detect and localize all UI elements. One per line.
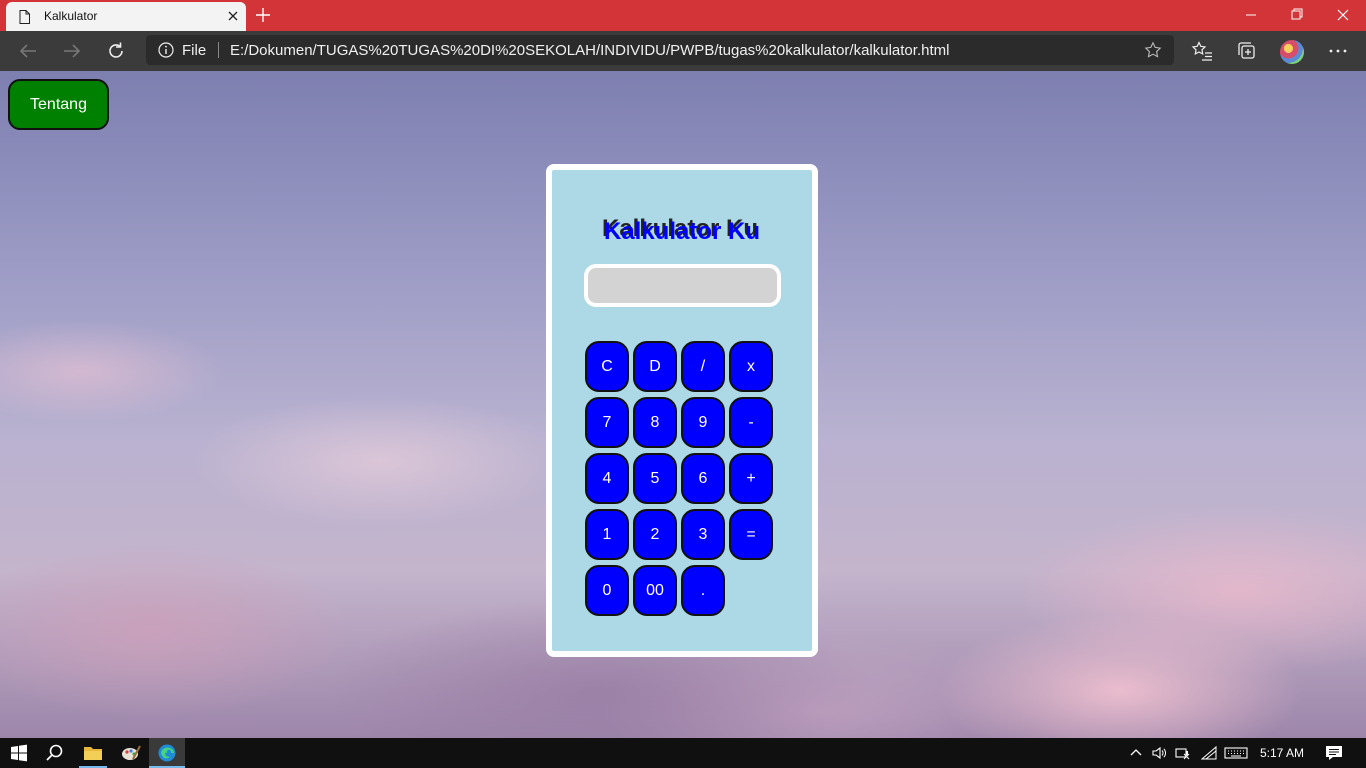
page-viewport: Tentang Kalkulator Ku C D / x 7 8 9 - 4 … xyxy=(0,71,1366,738)
url-separator xyxy=(218,42,219,58)
calculator-panel: Kalkulator Ku C D / x 7 8 9 - 4 5 6 + 1 … xyxy=(546,164,818,657)
minimize-icon[interactable] xyxy=(1228,0,1274,30)
key-delete[interactable]: D xyxy=(633,341,677,392)
wifi-icon[interactable] xyxy=(1201,745,1217,761)
battery-icon[interactable] xyxy=(1175,745,1191,761)
volume-icon[interactable] xyxy=(1151,745,1167,761)
calculator-title: Kalkulator Ku xyxy=(603,218,761,245)
collections-icon[interactable] xyxy=(1235,39,1259,63)
file-explorer-icon[interactable] xyxy=(83,743,103,763)
calculator-display[interactable] xyxy=(584,264,781,307)
chevron-up-icon[interactable] xyxy=(1128,745,1144,761)
key-8[interactable]: 8 xyxy=(633,397,677,448)
forward-arrow-icon[interactable] xyxy=(60,39,84,63)
paint-icon[interactable] xyxy=(121,743,141,763)
tab-title: Kalkulator xyxy=(44,9,98,23)
key-7[interactable]: 7 xyxy=(585,397,629,448)
key-6[interactable]: 6 xyxy=(681,453,725,504)
key-minus[interactable]: - xyxy=(729,397,773,448)
tab-bar: Kalkulator xyxy=(0,0,1366,31)
key-3[interactable]: 3 xyxy=(681,509,725,560)
refresh-icon[interactable] xyxy=(104,39,128,63)
address-toolbar: File E:/Dokumen/TUGAS%20TUGAS%20DI%20SEK… xyxy=(0,31,1366,71)
back-arrow-icon[interactable] xyxy=(16,39,40,63)
keyboard-icon[interactable] xyxy=(1224,745,1248,761)
url-text[interactable]: E:/Dokumen/TUGAS%20TUGAS%20DI%20SEKOLAH/… xyxy=(230,42,949,59)
favorites-icon[interactable] xyxy=(1190,39,1214,63)
key-divide[interactable]: / xyxy=(681,341,725,392)
close-tab-icon[interactable] xyxy=(224,7,242,25)
key-00[interactable]: 00 xyxy=(633,565,677,616)
info-icon[interactable] xyxy=(158,42,174,58)
taskbar: 5:17 AM xyxy=(0,738,1366,768)
profile-avatar[interactable] xyxy=(1280,40,1304,64)
key-clear[interactable]: C xyxy=(585,341,629,392)
taskbar-clock[interactable]: 5:17 AM xyxy=(1260,746,1304,760)
more-menu-icon[interactable] xyxy=(1326,39,1350,63)
about-button[interactable]: Tentang xyxy=(8,79,109,130)
document-icon xyxy=(19,10,30,24)
key-1[interactable]: 1 xyxy=(585,509,629,560)
key-plus[interactable]: + xyxy=(729,453,773,504)
key-multiply[interactable]: x xyxy=(729,341,773,392)
url-field[interactable]: File E:/Dokumen/TUGAS%20TUGAS%20DI%20SEK… xyxy=(146,35,1174,65)
close-window-icon[interactable] xyxy=(1320,0,1366,30)
key-9[interactable]: 9 xyxy=(681,397,725,448)
favorite-star-icon[interactable] xyxy=(1144,41,1162,59)
key-0[interactable]: 0 xyxy=(585,565,629,616)
restore-icon[interactable] xyxy=(1274,0,1320,30)
url-scheme-label: File xyxy=(182,42,207,59)
tab-kalkulator[interactable]: Kalkulator xyxy=(6,2,246,31)
key-2[interactable]: 2 xyxy=(633,509,677,560)
windows-start-icon[interactable] xyxy=(9,743,29,763)
key-5[interactable]: 5 xyxy=(633,453,677,504)
key-decimal[interactable]: . xyxy=(681,565,725,616)
new-tab-icon[interactable] xyxy=(254,6,272,24)
search-icon[interactable] xyxy=(45,743,65,763)
key-equals[interactable]: = xyxy=(729,509,773,560)
edge-icon[interactable] xyxy=(157,743,177,763)
notifications-icon[interactable] xyxy=(1325,744,1343,762)
key-4[interactable]: 4 xyxy=(585,453,629,504)
